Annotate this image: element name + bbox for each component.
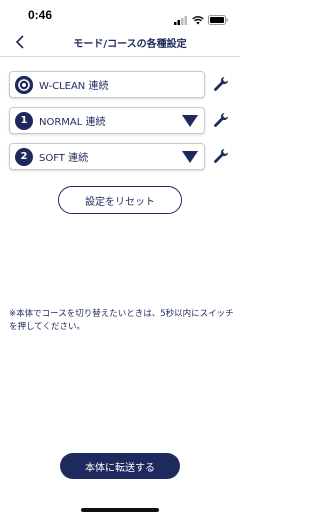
wrench-icon[interactable] [213,112,229,128]
status-bar: 0:46 [0,0,240,30]
course-number-badge: 2 [15,147,33,166]
home-indicator [81,508,159,512]
target-icon [15,75,33,94]
mode-row-label: W-CLEAN 連続 [39,81,109,92]
wrench-icon[interactable] [213,76,229,92]
transfer-to-device-button[interactable]: 本体に転送する [60,453,180,479]
nav-divider [0,56,240,57]
nav-bar: モード/コースの各種設定 [0,30,240,56]
battery-icon [208,10,228,29]
reset-settings-button[interactable]: 設定をリセット [58,186,182,214]
dropdown-triangle-icon[interactable] [182,114,198,127]
dropdown-triangle-icon[interactable] [182,150,198,163]
status-icons [174,10,228,29]
signal-icon [174,10,188,29]
mode-row-wclean[interactable]: W-CLEAN 連続 [9,71,205,98]
course-number-badge: 1 [15,111,33,130]
back-button[interactable] [10,32,30,52]
page-title: モード/コースの各種設定 [73,39,187,50]
mode-row-label: NORMAL 連続 [39,117,106,128]
mode-row-soft[interactable]: 2 SOFT 連続 [9,143,205,170]
chevron-left-icon [15,35,24,49]
status-time: 0:46 [28,8,53,22]
mode-row-label: SOFT 連続 [39,153,89,164]
mode-row-normal[interactable]: 1 NORMAL 連続 [9,107,205,134]
instruction-note: ※本体でコースを切り替えたいときは、5秒以内にスイッチを押してください。 [9,309,234,332]
wrench-icon[interactable] [213,148,229,164]
wifi-icon [192,10,204,29]
